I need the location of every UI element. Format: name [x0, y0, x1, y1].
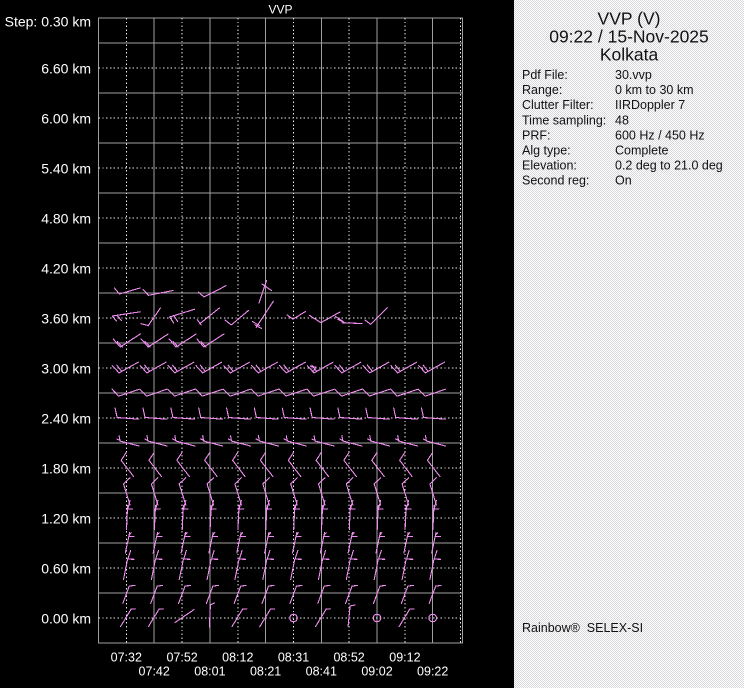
- svg-text:0.60 km: 0.60 km: [41, 561, 91, 577]
- svg-text:08:21: 08:21: [250, 665, 281, 679]
- svg-text:09:22: 09:22: [417, 665, 448, 679]
- svg-text:08:31: 08:31: [278, 651, 309, 665]
- svg-text:08:41: 08:41: [306, 665, 337, 679]
- svg-text:09:22 / 15-Nov-2025: 09:22 / 15-Nov-2025: [549, 27, 709, 47]
- svg-text:Complete: Complete: [615, 144, 669, 158]
- svg-text:PRF:: PRF:: [522, 128, 550, 142]
- svg-text:Range:: Range:: [522, 83, 562, 97]
- svg-text:48: 48: [615, 113, 629, 127]
- svg-text:IIRDoppler 7: IIRDoppler 7: [615, 98, 685, 112]
- svg-text:1.80 km: 1.80 km: [41, 461, 91, 477]
- svg-text:07:32: 07:32: [111, 651, 142, 665]
- svg-text:2.40 km: 2.40 km: [41, 411, 91, 427]
- svg-text:On: On: [615, 174, 632, 188]
- svg-text:3.00 km: 3.00 km: [41, 361, 91, 377]
- svg-text:Alg type:: Alg type:: [522, 144, 571, 158]
- svg-text:3.60 km: 3.60 km: [41, 311, 91, 327]
- svg-text:VVP (V): VVP (V): [598, 9, 661, 29]
- svg-text:09:12: 09:12: [389, 651, 420, 665]
- svg-text:6.60 km: 6.60 km: [41, 61, 91, 77]
- svg-text:0 km to 30 km: 0 km to 30 km: [615, 83, 694, 97]
- svg-text:07:52: 07:52: [166, 651, 197, 665]
- svg-text:Rainbow® SELEX-SI: Rainbow® SELEX-SI: [522, 621, 643, 635]
- svg-text:07:42: 07:42: [139, 665, 170, 679]
- svg-text:08:52: 08:52: [333, 651, 364, 665]
- svg-text:6.00 km: 6.00 km: [41, 111, 91, 127]
- svg-text:Pdf File:: Pdf File:: [522, 68, 568, 82]
- svg-text:Second reg:: Second reg:: [522, 174, 589, 188]
- svg-text:Elevation:: Elevation:: [522, 159, 577, 173]
- svg-text:0.00 km: 0.00 km: [41, 611, 91, 627]
- svg-text:VVP: VVP: [268, 3, 292, 17]
- svg-text:08:12: 08:12: [222, 651, 253, 665]
- svg-text:Kolkata: Kolkata: [600, 45, 659, 65]
- svg-text:30.vvp: 30.vvp: [615, 68, 652, 82]
- svg-text:600 Hz / 450 Hz: 600 Hz / 450 Hz: [615, 128, 705, 142]
- svg-text:08:01: 08:01: [194, 665, 225, 679]
- svg-text:1.20 km: 1.20 km: [41, 511, 91, 527]
- svg-text:Step: 0.30 km: Step: 0.30 km: [5, 14, 91, 30]
- svg-text:Time sampling:: Time sampling:: [522, 113, 606, 127]
- svg-text:0.2 deg to 21.0 deg: 0.2 deg to 21.0 deg: [615, 159, 723, 173]
- svg-text:4.20 km: 4.20 km: [41, 261, 91, 277]
- svg-text:5.40 km: 5.40 km: [41, 161, 91, 177]
- svg-text:4.80 km: 4.80 km: [41, 211, 91, 227]
- svg-text:09:02: 09:02: [361, 665, 392, 679]
- svg-text:Clutter Filter:: Clutter Filter:: [522, 98, 594, 112]
